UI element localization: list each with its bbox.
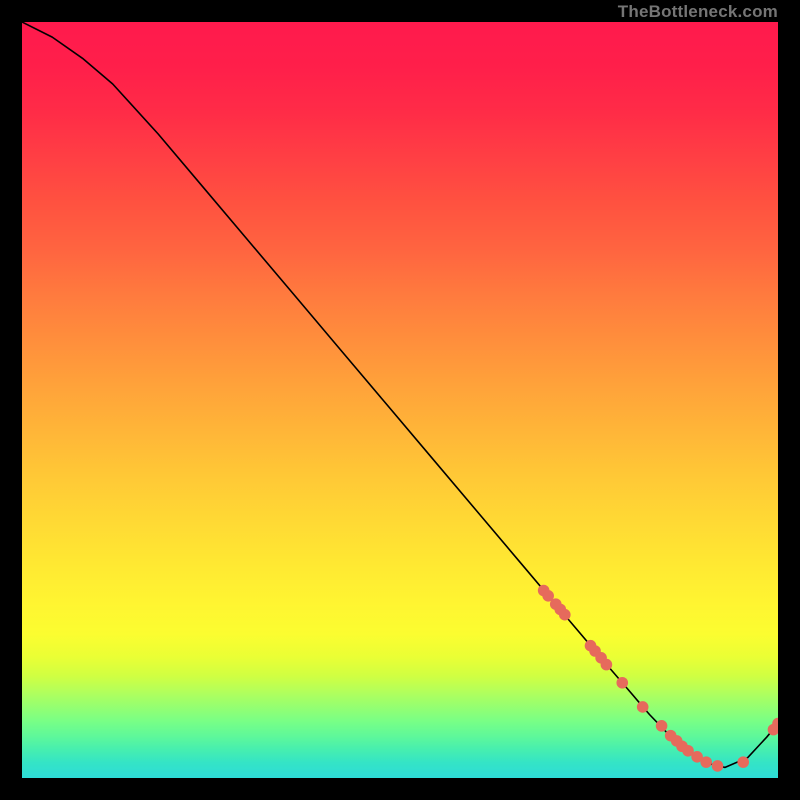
data-point (712, 760, 724, 772)
scatter-layer (538, 585, 778, 772)
attribution-label: TheBottleneck.com (618, 2, 778, 22)
chart-stage: TheBottleneck.com (0, 0, 800, 800)
data-point (601, 659, 613, 671)
data-point (737, 756, 749, 768)
data-point (616, 677, 628, 689)
data-point (700, 756, 712, 768)
data-point (559, 609, 571, 621)
data-point (656, 720, 668, 732)
plot-overlay (22, 22, 778, 778)
curve-layer (22, 22, 778, 767)
plot-area (22, 22, 778, 778)
bottleneck-curve (22, 22, 778, 767)
data-point (637, 701, 649, 713)
